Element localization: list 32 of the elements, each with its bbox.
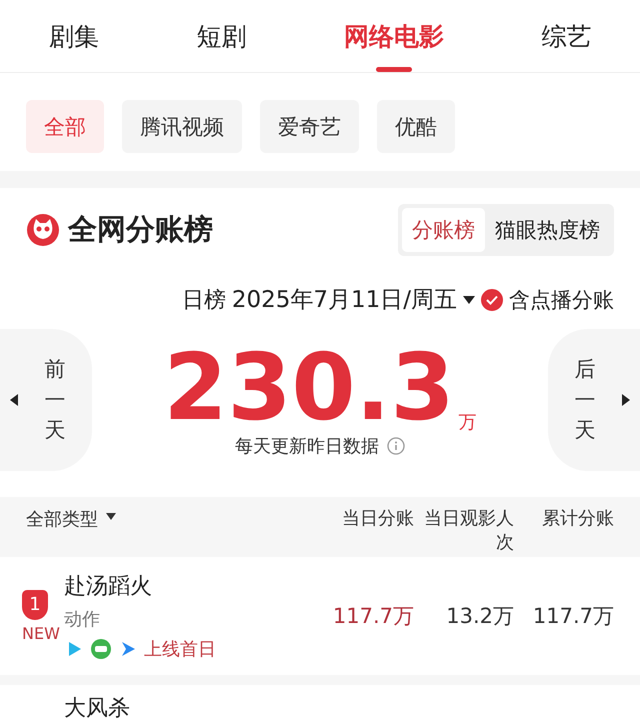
include-label: 含点播分账 bbox=[509, 286, 614, 314]
table-cell-text: 13.2万 bbox=[445, 603, 514, 630]
category-tab[interactable]: 综艺 bbox=[541, 0, 592, 72]
category-tab[interactable]: 短剧 bbox=[196, 0, 246, 72]
column-header: 当日分账 bbox=[341, 507, 414, 531]
total-revenue: 230.3 bbox=[163, 342, 454, 434]
unit-label: 万 bbox=[458, 411, 476, 434]
table-cell-text: 117.7万 bbox=[532, 603, 614, 630]
movie-title: 大风杀 bbox=[64, 695, 131, 720]
column-header: 累计分账 bbox=[541, 507, 614, 531]
previous-day-button[interactable]: 前一天 bbox=[0, 329, 92, 471]
type-filter[interactable]: 全部类型 bbox=[26, 507, 98, 531]
update-note: 每天更新昨日数据 bbox=[234, 435, 379, 458]
platform-chip[interactable]: 优酷 bbox=[377, 100, 455, 153]
platform-chip[interactable]: 腾讯视频 bbox=[122, 100, 242, 153]
board-mode-tab[interactable]: 分账榜 bbox=[402, 208, 485, 252]
next-day-button[interactable]: 后一天 bbox=[548, 329, 640, 471]
genre-label: 动作 bbox=[64, 608, 101, 631]
category-tab[interactable]: 剧集 bbox=[48, 0, 99, 72]
platform-chip[interactable]: 全部 bbox=[26, 100, 104, 153]
movie-title: 赴汤蹈火 bbox=[64, 573, 153, 601]
platform-chip[interactable]: 爱奇艺 bbox=[260, 100, 359, 153]
board-mode-tab[interactable]: 猫眼热度榜 bbox=[485, 208, 610, 252]
date-selector[interactable]: 2025年7月11日/周五 bbox=[232, 284, 457, 315]
release-tag: 上线首日 bbox=[144, 637, 216, 661]
new-label: NEW bbox=[22, 624, 60, 642]
column-header: 当日观影人次 bbox=[423, 507, 514, 556]
category-tab[interactable]: 网络电影 bbox=[344, 0, 444, 72]
table-cell-text: 117.7万 bbox=[332, 603, 414, 630]
rank-badge: 1 bbox=[22, 590, 48, 620]
board-title: 全网分账榜 bbox=[68, 211, 213, 248]
period-label: 日榜 bbox=[182, 286, 226, 314]
